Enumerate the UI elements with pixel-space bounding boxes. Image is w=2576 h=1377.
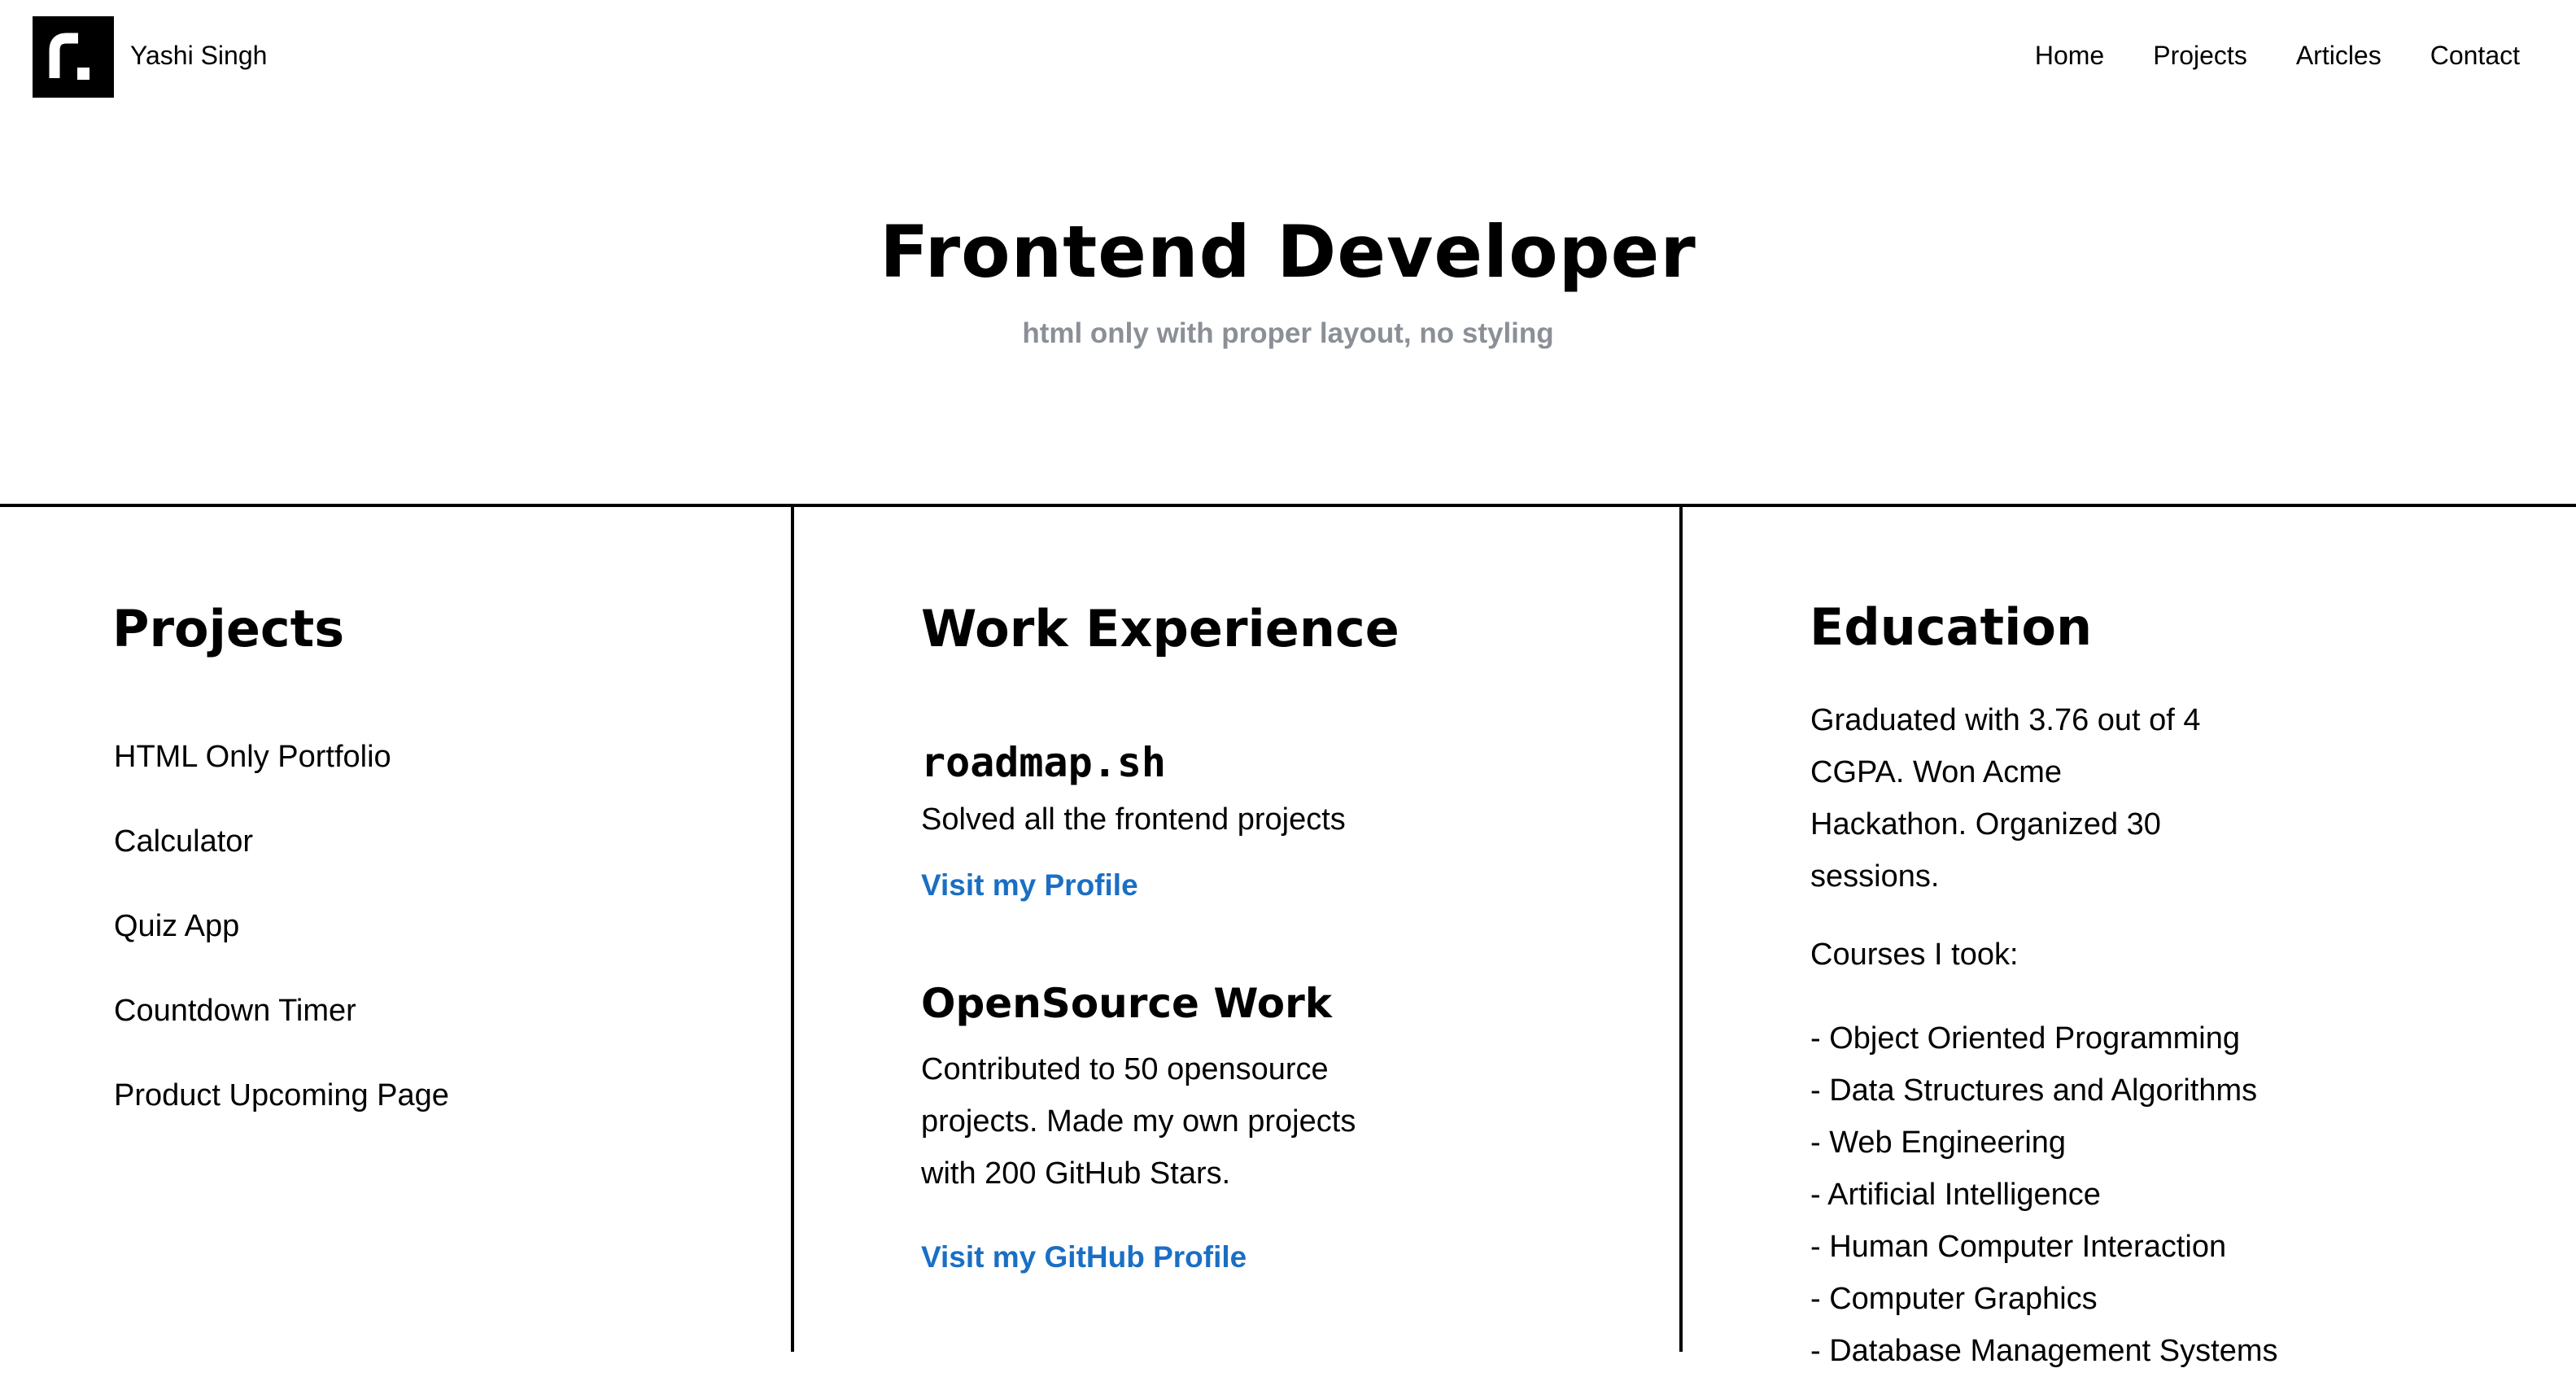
course-item: - Database Management Systems: [1810, 1334, 2278, 1368]
roadmap-heading: roadmap.sh: [921, 739, 1167, 786]
hero-title: Frontend Developer: [880, 210, 1696, 294]
opensource-description-line: projects. Made my own projects: [921, 1104, 1356, 1139]
column-divider-1: [791, 505, 794, 1352]
nav-contact[interactable]: Contact: [2430, 39, 2520, 72]
course-item: - Artificial Intelligence: [1810, 1178, 2101, 1212]
projects-heading: Projects: [112, 599, 345, 658]
education-heading: Education: [1810, 597, 2093, 657]
project-item[interactable]: HTML Only Portfolio: [114, 731, 391, 783]
brand-name: Yashi Singh: [130, 41, 268, 70]
logo[interactable]: [33, 16, 114, 98]
section-divider: [0, 504, 2576, 507]
project-item[interactable]: Product Upcoming Page: [114, 1069, 449, 1121]
work-experience-heading: Work Experience: [921, 599, 1399, 658]
education-summary-line: Graduated with 3.76 out of 4: [1810, 703, 2201, 737]
nav-articles[interactable]: Articles: [2296, 39, 2382, 72]
project-item[interactable]: Quiz App: [114, 900, 239, 952]
nav-projects[interactable]: Projects: [2153, 39, 2247, 72]
main-nav: Home Projects Articles Contact: [2035, 39, 2520, 72]
course-item: - Data Structures and Algorithms: [1810, 1073, 2258, 1108]
education-summary-line: Hackathon. Organized 30: [1810, 807, 2161, 842]
visit-profile-link[interactable]: Visit my Profile: [921, 866, 1138, 905]
nav-home[interactable]: Home: [2035, 39, 2104, 72]
education-summary-line: CGPA. Won Acme: [1810, 755, 2063, 789]
course-item: - Human Computer Interaction: [1810, 1230, 2227, 1264]
opensource-heading: OpenSource Work: [921, 980, 1333, 1027]
roadmap-r-icon: [49, 33, 90, 80]
project-item[interactable]: Calculator: [114, 815, 253, 868]
education-summary-line: sessions.: [1810, 859, 1940, 894]
hero-subtitle: html only with proper layout, no styling: [1022, 317, 1554, 349]
course-item: - Computer Graphics: [1810, 1282, 2098, 1316]
courses-label: Courses I took:: [1810, 938, 2019, 972]
column-divider-2: [1679, 505, 1683, 1352]
opensource-description-line: Contributed to 50 opensource: [921, 1052, 1329, 1086]
project-item[interactable]: Countdown Timer: [114, 985, 356, 1037]
course-item: - Object Oriented Programming: [1810, 1021, 2240, 1056]
site-header: Yashi Singh Home Projects Articles Conta…: [0, 0, 2576, 114]
opensource-description-line: with 200 GitHub Stars.: [921, 1156, 1231, 1191]
visit-github-link[interactable]: Visit my GitHub Profile: [921, 1238, 1247, 1277]
roadmap-description: Solved all the frontend projects: [921, 802, 1346, 837]
course-item: - Web Engineering: [1810, 1126, 2067, 1160]
